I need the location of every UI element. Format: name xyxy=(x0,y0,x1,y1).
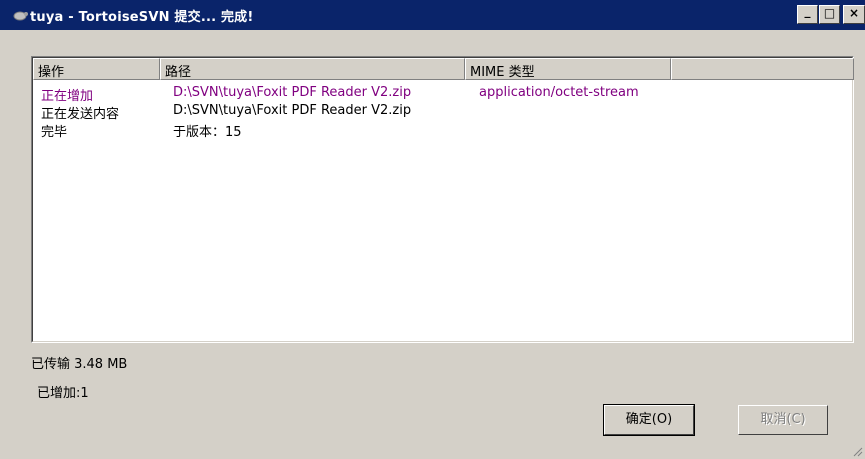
row-mime: application/octet-stream xyxy=(479,85,639,100)
cancel-button[interactable]: 取消(C) xyxy=(738,405,828,435)
commit-log-list[interactable]: 操作 路径 MIME 类型 正在增加 D:\SVN\tuya\Foxit PDF… xyxy=(31,56,854,343)
title-bar[interactable]: tuya - TortoiseSVN 提交... 完成! _ □ × xyxy=(0,0,865,30)
list-row[interactable]: 正在发送内容 D:\SVN\tuya\Foxit PDF Reader V2.z… xyxy=(33,103,852,122)
maximize-icon: □ xyxy=(823,6,836,20)
close-icon: × xyxy=(848,6,860,20)
row-action: 正在增加 xyxy=(41,89,94,104)
column-header-action[interactable]: 操作 xyxy=(33,58,160,80)
ok-button[interactable]: 确定(O) xyxy=(603,404,695,436)
transferred-label: 已传输 3.48 MB xyxy=(31,357,128,372)
close-button[interactable]: × xyxy=(843,5,865,24)
row-action: 完毕 xyxy=(41,125,68,140)
row-path: 于版本：15 xyxy=(173,125,242,140)
row-path: D:\SVN\tuya\Foxit PDF Reader V2.zip xyxy=(173,85,412,100)
added-count-label: 已增加:1 xyxy=(37,386,89,401)
resize-grip-icon[interactable] xyxy=(851,445,863,457)
minimize-icon: _ xyxy=(804,4,811,18)
list-row[interactable]: 完毕 于版本：15 xyxy=(33,121,852,140)
minimize-button[interactable]: _ xyxy=(797,4,818,24)
window-title: tuya - TortoiseSVN 提交... 完成! xyxy=(30,10,254,25)
column-header-path[interactable]: 路径 xyxy=(160,58,465,80)
tortoise-icon xyxy=(13,11,28,21)
column-header-mime[interactable]: MIME 类型 xyxy=(465,58,671,80)
row-path: D:\SVN\tuya\Foxit PDF Reader V2.zip xyxy=(173,103,412,118)
list-header: 操作 路径 MIME 类型 xyxy=(33,58,854,80)
maximize-button[interactable]: □ xyxy=(819,5,840,24)
row-action: 正在发送内容 xyxy=(41,107,120,122)
list-row[interactable]: 正在增加 D:\SVN\tuya\Foxit PDF Reader V2.zip… xyxy=(33,85,852,104)
column-header-empty[interactable] xyxy=(671,58,854,80)
commit-finished-dialog: tuya - TortoiseSVN 提交... 完成! _ □ × 操作 路径… xyxy=(0,0,865,459)
